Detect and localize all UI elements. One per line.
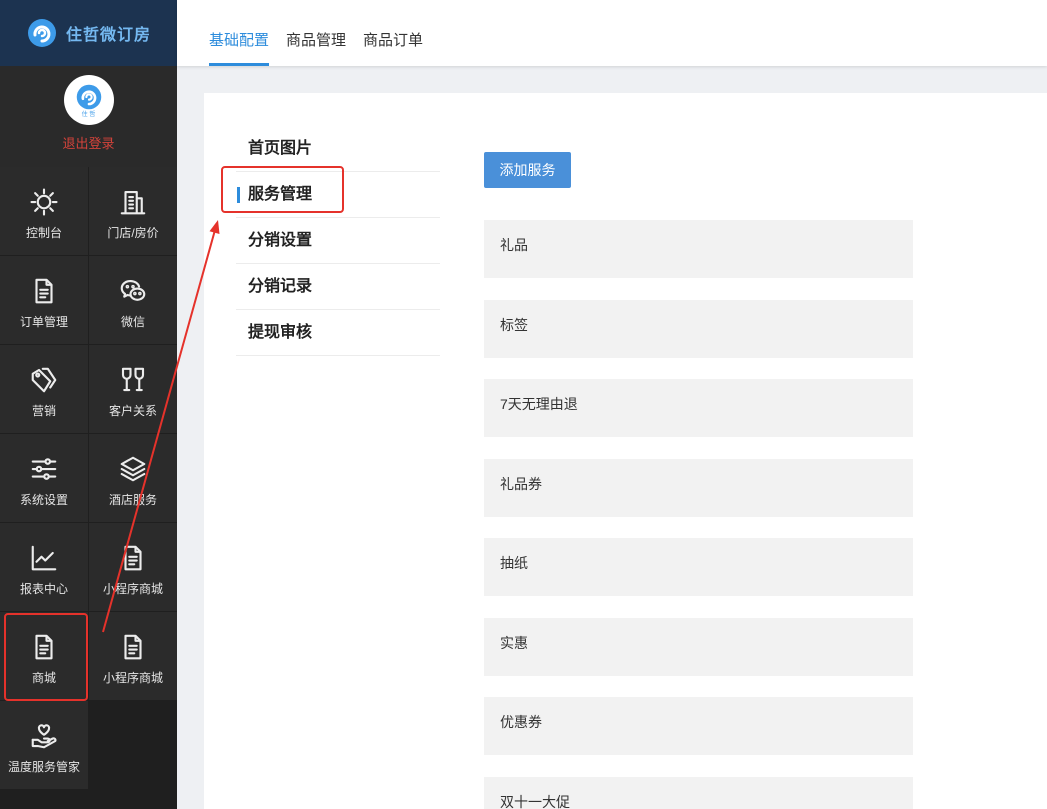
tab-basic-config[interactable]: 基础配置: [209, 0, 270, 66]
sidebar-item-reports[interactable]: 报表中心: [0, 523, 88, 611]
document-icon: [35, 278, 53, 304]
sidebar-item-label: 微信: [120, 315, 145, 329]
sidebar-item-label: 酒店服务: [108, 493, 157, 507]
heart-hand-icon: [31, 724, 57, 749]
sidebar-item-label: 温度服务管家: [7, 760, 80, 774]
sidebar-item-service-butler[interactable]: 温度服务管家: [0, 701, 88, 789]
sidebar-item-mini-program-mall[interactable]: 小程序商城: [89, 523, 177, 611]
brand-logo-bar[interactable]: 住哲微订房: [0, 0, 177, 66]
sidebar-item-label: 小程序商城: [102, 582, 163, 596]
sidebar-item-hotel-service[interactable]: 酒店服务: [89, 434, 177, 522]
subnav-item-label: 分销记录: [248, 278, 313, 295]
sidebar-item-store-price[interactable]: 门店/房价: [89, 167, 177, 255]
line-chart-icon: [31, 545, 57, 571]
content-card: 首页图片 服务管理 分销设置 分销记录 提现审核 添加服务 礼品 标签 7天无理…: [204, 93, 1047, 809]
sidebar-item-customer-relations[interactable]: 客户关系: [89, 345, 177, 433]
sidebar-item-wechat[interactable]: 微信: [89, 256, 177, 344]
sidebar-item-label: 报表中心: [19, 582, 68, 596]
building-icon: [120, 190, 146, 215]
tab-product-orders[interactable]: 商品订单: [363, 0, 423, 66]
subnav-item-label: 首页图片: [248, 140, 313, 157]
sidebar-item-marketing[interactable]: 营销: [0, 345, 88, 433]
sidebar-item-label: 小程序商城: [102, 671, 163, 685]
subnav-item-distribution-records[interactable]: 分销记录: [236, 264, 440, 310]
sidebar-item-label: 订单管理: [19, 315, 68, 329]
sidebar-menu: 控制台 门店/房价 订单管理 微信 营销 客户关系 系统设置 酒店服务 报表中心…: [0, 167, 177, 789]
subnav-item-label: 服务管理: [248, 186, 313, 203]
sidebar-item-label: 控制台: [25, 226, 62, 240]
sidebar-item-mini-program-mall-2[interactable]: 小程序商城: [89, 612, 177, 700]
document-icon: [35, 634, 53, 660]
tags-icon: [31, 367, 57, 393]
subnav-item-service-management[interactable]: 服务管理: [236, 172, 440, 218]
document-icon: [124, 634, 142, 660]
zhuzhe-logo-icon: [28, 19, 56, 47]
wine-glasses-icon: [121, 367, 145, 392]
config-subnav: 首页图片 服务管理 分销设置 分销记录 提现审核: [236, 126, 440, 356]
sidebar-item-label: 商城: [31, 671, 56, 685]
subnav-item-home-images[interactable]: 首页图片: [236, 126, 440, 172]
wechat-icon: [120, 279, 146, 301]
brand-name: 住哲微订房: [66, 27, 152, 44]
service-item[interactable]: 实惠: [484, 617, 913, 676]
profile-panel: 住 哲 退出登录: [0, 66, 177, 167]
sidebar-item-label: 营销: [31, 404, 56, 418]
subnav-item-distribution-settings[interactable]: 分销设置: [236, 218, 440, 264]
subnav-item-label: 提现审核: [248, 324, 313, 341]
tab-product-management[interactable]: 商品管理: [286, 0, 346, 66]
sliders-icon: [31, 458, 57, 480]
sidebar-item-mall[interactable]: 商城: [0, 612, 88, 700]
sidebar-item-label: 系统设置: [19, 493, 68, 507]
sidebar-item-label: 门店/房价: [107, 226, 159, 240]
top-tab-bar: 基础配置 商品管理 商品订单: [177, 0, 1047, 66]
sidebar-item-system-settings[interactable]: 系统设置: [0, 434, 88, 522]
document-icon: [124, 545, 142, 571]
service-list: 礼品 标签 7天无理由退 礼品券 抽纸 实惠 优惠券 双十一大促: [484, 220, 913, 809]
sidebar-item-orders[interactable]: 订单管理: [0, 256, 88, 344]
avatar[interactable]: 住 哲: [63, 75, 114, 125]
service-item[interactable]: 双十一大促: [484, 776, 913, 809]
logout-link[interactable]: 退出登录: [62, 133, 114, 152]
subnav-item-withdrawal-review[interactable]: 提现审核: [236, 310, 440, 356]
service-item[interactable]: 抽纸: [484, 538, 913, 596]
sidebar-item-label: 客户关系: [108, 404, 157, 418]
service-item[interactable]: 7天无理由退: [484, 379, 913, 437]
sidebar: 住哲微订房 住 哲 退出登录 控制台 门店/房价 订单管理 微信 营销 客户关系…: [0, 0, 177, 809]
service-item[interactable]: 礼品: [484, 220, 913, 278]
subnav-item-label: 分销设置: [248, 232, 313, 249]
layers-icon: [120, 456, 146, 482]
add-service-button[interactable]: 添加服务: [484, 152, 571, 188]
service-item[interactable]: 标签: [484, 299, 913, 358]
service-item[interactable]: 优惠券: [484, 697, 913, 755]
service-item[interactable]: 礼品券: [484, 458, 913, 517]
avatar-logo-text: 住 哲: [81, 112, 96, 118]
dashboard-sun-icon: [30, 188, 58, 216]
active-indicator: [237, 187, 240, 203]
sidebar-item-dashboard[interactable]: 控制台: [0, 167, 88, 255]
avatar-logo-icon: [76, 84, 101, 110]
